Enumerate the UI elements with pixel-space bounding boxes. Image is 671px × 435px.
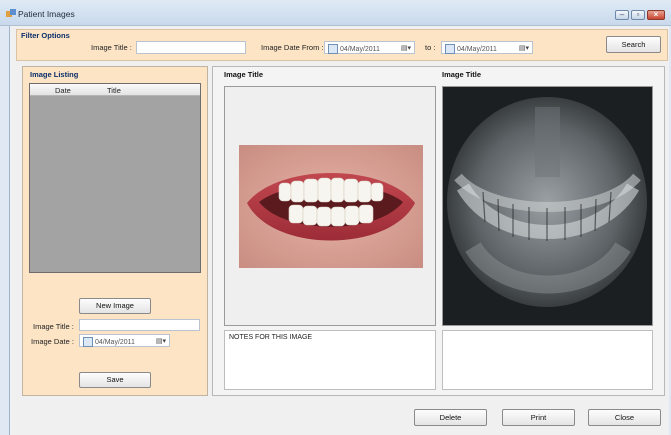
close-button[interactable]: Close (588, 409, 661, 426)
date-from-value: 04/May/2011 (340, 45, 380, 53)
right-notes[interactable] (442, 330, 653, 390)
date-from-picker[interactable]: 04/May/2011 ▤▾ (324, 41, 415, 54)
calendar-icon (445, 44, 455, 54)
left-image-title: Image Title (224, 70, 264, 79)
image-date-value: 04/May/2011 (95, 338, 135, 346)
image-date-picker[interactable]: 04/May/2011 ▤▾ (79, 334, 170, 347)
filter-group-title: Filter Options (21, 31, 70, 40)
filter-options-group: Filter Options Image Title : Image Date … (16, 29, 668, 61)
date-to-label: to : (425, 43, 436, 52)
search-button[interactable]: Search (606, 36, 661, 53)
column-title[interactable]: Title (107, 86, 121, 95)
teeth-photo (239, 145, 423, 268)
xray-photo (443, 87, 652, 325)
save-button[interactable]: Save (79, 372, 151, 388)
listing-group-title: Image Listing (30, 70, 79, 79)
image-date-label: Image Date : (31, 337, 74, 346)
dropdown-icon: ▤▾ (155, 338, 166, 345)
left-image-frame[interactable] (224, 86, 436, 326)
date-from-label: Image Date From : (261, 43, 324, 52)
delete-button[interactable]: Delete (414, 409, 487, 426)
filter-image-title-label: Image Title : (91, 43, 132, 52)
close-window-button[interactable]: × (647, 10, 665, 20)
grid-header: Date Title (30, 84, 200, 96)
dropdown-icon: ▤▾ (518, 45, 529, 52)
dropdown-icon: ▤▾ (400, 45, 411, 52)
app-icon (6, 9, 16, 17)
image-list-grid[interactable]: Date Title (29, 83, 201, 273)
right-image-frame[interactable] (442, 86, 653, 326)
filter-image-title-input[interactable] (136, 41, 246, 54)
right-image-title: Image Title (442, 70, 482, 79)
image-title-label: Image Title : (33, 322, 74, 331)
new-image-button[interactable]: New Image (79, 298, 151, 314)
calendar-icon (83, 337, 93, 347)
date-to-picker[interactable]: 04/May/2011 ▤▾ (441, 41, 533, 54)
date-to-value: 04/May/2011 (457, 45, 497, 53)
close-icon: × (653, 10, 659, 19)
minimize-button[interactable]: – (615, 10, 629, 20)
maximize-button[interactable]: ▫ (631, 10, 645, 20)
image-title-input[interactable] (79, 319, 200, 331)
window-title: Patient Images (18, 9, 75, 19)
maximize-icon: ▫ (636, 10, 640, 19)
calendar-icon (328, 44, 338, 54)
column-date[interactable]: Date (55, 86, 71, 95)
print-button[interactable]: Print (502, 409, 575, 426)
title-bar: Patient Images – ▫ × (0, 0, 671, 26)
minimize-icon: – (619, 10, 625, 19)
left-notes[interactable]: NOTES FOR THIS IMAGE (224, 330, 436, 390)
